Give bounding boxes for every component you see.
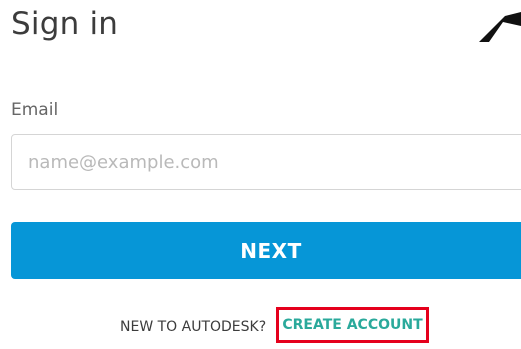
next-button[interactable]: NEXT bbox=[11, 222, 521, 279]
autodesk-logo-icon bbox=[475, 8, 521, 44]
page-title: Sign in bbox=[11, 6, 119, 42]
email-field[interactable] bbox=[11, 134, 521, 190]
new-account-prompt: NEW TO AUTODESK? bbox=[120, 319, 267, 335]
create-account-link[interactable]: CREATE ACCOUNT bbox=[276, 307, 429, 343]
sign-in-page: Sign in Email NEXT NEW TO AUTODESK? CREA… bbox=[0, 0, 521, 349]
email-label: Email bbox=[11, 100, 59, 120]
